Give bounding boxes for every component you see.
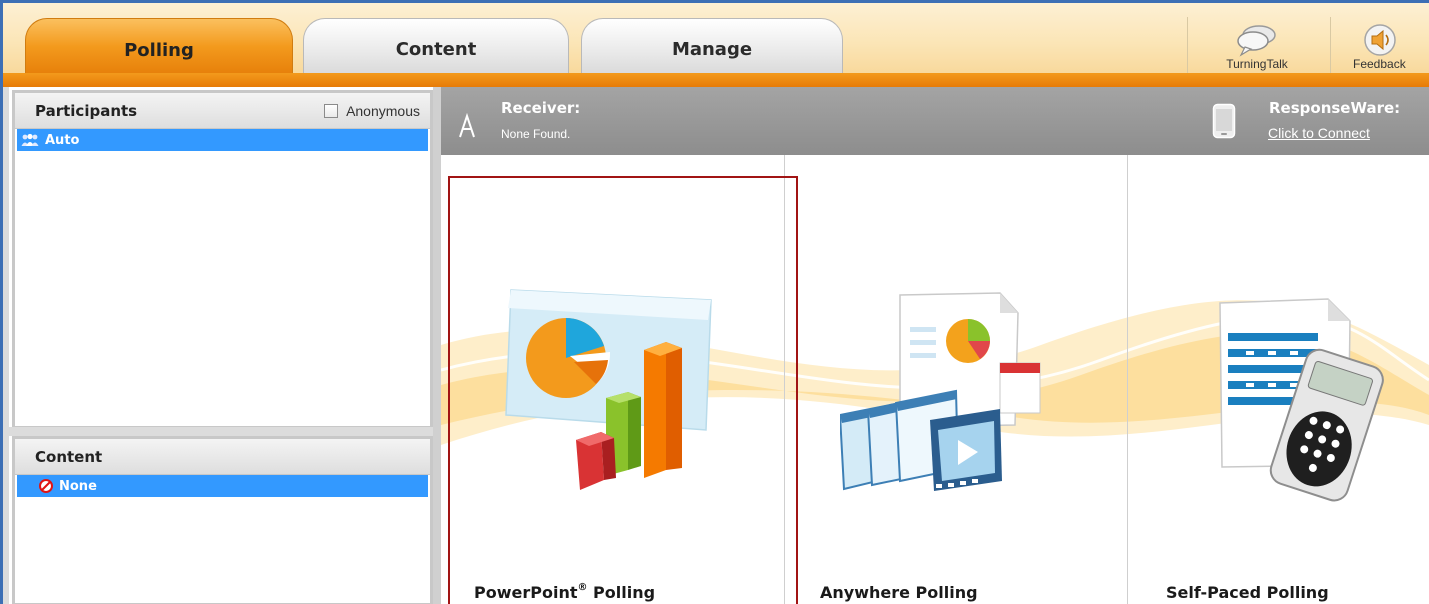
receiver-antenna-icon [459, 113, 475, 138]
receiver-label: Receiver: [501, 99, 581, 117]
tab-content-label: Content [395, 39, 477, 60]
feedback-label: Feedback [1353, 57, 1406, 71]
tab-polling[interactable]: Polling [25, 18, 293, 80]
list-item-content-none[interactable]: None [17, 475, 428, 497]
click-to-connect-link[interactable]: Click to Connect [1268, 125, 1370, 141]
powerpoint-chart-icon [505, 289, 712, 490]
polling-mode-cards: PowerPoint® Polling Anywhere Polling Sel… [441, 155, 1429, 604]
content-panel: Content None [12, 436, 433, 604]
self-paced-polling-card[interactable]: Self-Paced Polling [1128, 155, 1429, 604]
speech-bubbles-icon [1237, 25, 1276, 57]
self-paced-clicker-icon [1219, 298, 1384, 502]
tab-underline-strip [0, 73, 1429, 87]
speaker-icon [1364, 24, 1396, 56]
turningtalk-button[interactable]: TurningTalk [1197, 13, 1317, 75]
toolbar-divider [1330, 17, 1331, 73]
responseware-label: ResponseWare: [1269, 99, 1401, 117]
anonymous-label: Anonymous [346, 102, 420, 119]
vertical-splitter[interactable] [433, 87, 441, 604]
group-icon [21, 133, 39, 146]
powerpoint-text: PowerPoint [474, 583, 578, 602]
list-item-participant-auto[interactable]: Auto [17, 129, 428, 151]
powerpoint-polling-label: PowerPoint® Polling [474, 582, 656, 602]
anonymous-option[interactable]: Anonymous [324, 103, 420, 119]
registered-mark: ® [577, 582, 588, 593]
self-paced-polling-label: Self-Paced Polling [1166, 583, 1329, 602]
anywhere-polling-card[interactable]: Anywhere Polling [785, 155, 1127, 604]
tab-manage[interactable]: Manage [581, 18, 843, 78]
tab-polling-label: Polling [124, 40, 194, 61]
receiver-value: None Found. [501, 127, 571, 141]
anywhere-polling-label: Anywhere Polling [820, 583, 978, 602]
tab-manage-label: Manage [671, 39, 753, 60]
anywhere-windows-icon [840, 292, 1041, 491]
panel-gap [9, 427, 439, 436]
tab-content[interactable]: Content [303, 18, 569, 78]
feedback-button[interactable]: Feedback [1343, 13, 1429, 75]
content-header: Content [15, 439, 430, 475]
participants-panel: Participants Anonymous Auto [12, 90, 433, 429]
participant-auto-label: Auto [45, 132, 80, 148]
no-entry-icon [39, 479, 53, 493]
participants-title: Participants [35, 101, 138, 120]
top-navigation-bar: Polling Content Manage TurningTalk Feedb… [0, 0, 1429, 80]
device-status-bar: Receiver: None Found. ResponseWare: Clic… [441, 87, 1429, 155]
turningtalk-label: TurningTalk [1226, 57, 1288, 71]
polling-text: Polling [587, 583, 656, 602]
powerpoint-polling-card[interactable]: PowerPoint® Polling [441, 155, 784, 604]
content-none-label: None [59, 478, 97, 494]
window-left-edge [0, 87, 9, 604]
content-title: Content [35, 447, 103, 466]
mobile-device-icon [1212, 103, 1236, 139]
anonymous-checkbox[interactable] [324, 103, 339, 118]
toolbar-divider [1187, 17, 1188, 73]
participants-header: Participants Anonymous [15, 93, 430, 129]
